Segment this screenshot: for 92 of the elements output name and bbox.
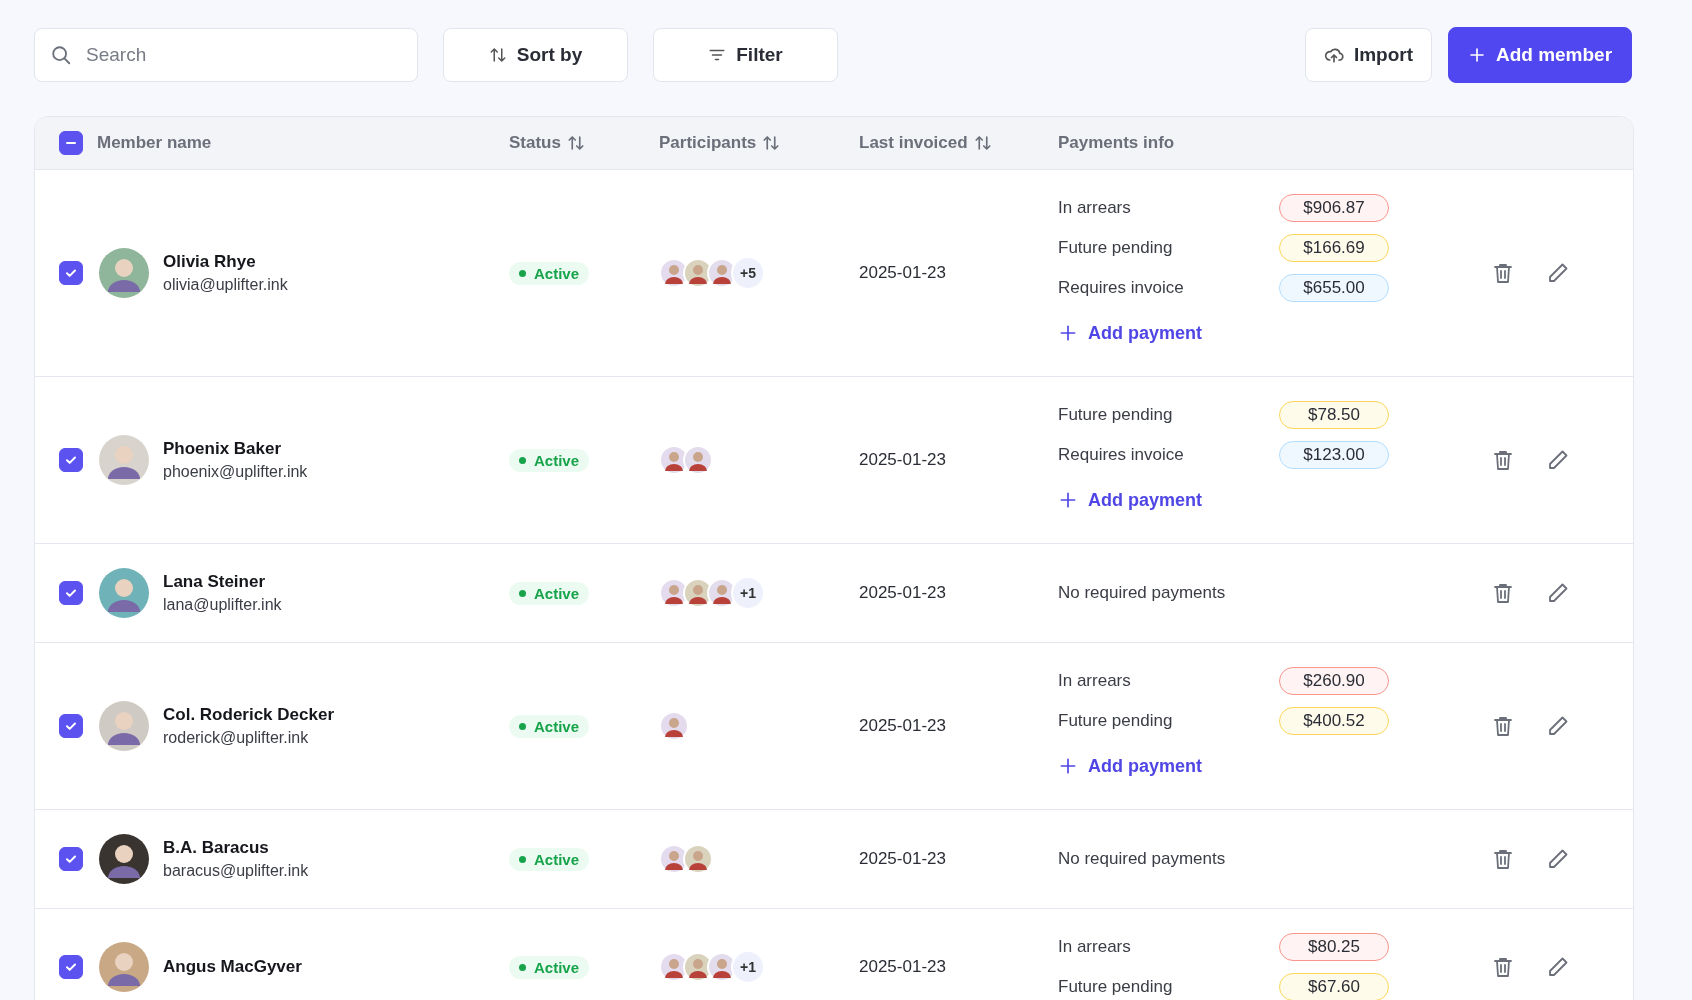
column-header: Payments info	[1058, 133, 1175, 153]
row-checkbox[interactable]	[59, 581, 83, 605]
row-checkbox[interactable]	[59, 955, 83, 979]
add-member-button[interactable]: Add member	[1448, 27, 1632, 83]
edit-icon[interactable]	[1546, 714, 1570, 738]
row-checkbox[interactable]	[59, 847, 83, 871]
status-badge: Active	[509, 847, 590, 871]
plus-icon	[1058, 756, 1078, 776]
delete-icon[interactable]	[1491, 847, 1515, 871]
member-email: roderick@uplifter.ink	[163, 729, 310, 747]
more-count: +1	[731, 576, 765, 610]
filter-button[interactable]: Filter	[653, 28, 838, 82]
avatar	[99, 701, 149, 751]
edit-icon[interactable]	[1546, 581, 1570, 605]
member-name: Col. Roderick Decker	[163, 705, 334, 725]
amount-badge: $400.52	[1279, 707, 1389, 735]
invoice-date: 2025-01-23	[859, 957, 946, 977]
avatar	[99, 248, 149, 298]
search-field[interactable]: Search	[34, 28, 418, 82]
invoice-date: 2025-01-23	[859, 450, 946, 470]
member-name: Phoenix Baker	[163, 439, 283, 459]
status-badge: Active	[509, 714, 590, 738]
invoice-date: 2025-01-23	[859, 583, 946, 603]
amount-badge: $80.25	[1279, 933, 1389, 961]
sort-icon	[488, 46, 507, 64]
amount-badge: $123.00	[1279, 441, 1389, 469]
sort-icon[interactable]	[762, 134, 781, 152]
column-header[interactable]: Status	[509, 133, 561, 153]
avatar	[99, 435, 149, 485]
more-count: +1	[731, 950, 765, 984]
payment-label: In arrears	[1058, 198, 1132, 218]
member-email: phoenix@uplifter.ink	[163, 463, 308, 481]
payment-label: Future pending	[1058, 405, 1174, 425]
payment-label: In arrears	[1058, 937, 1132, 957]
member-email: lana@uplifter.ink	[163, 596, 282, 614]
plus-icon	[1058, 490, 1078, 510]
no-payments-text: No required payments	[1058, 849, 1227, 869]
status-badge: Active	[509, 581, 590, 605]
status-badge: Active	[509, 261, 590, 285]
payment-label: Future pending	[1058, 977, 1174, 997]
sort-icon[interactable]	[566, 134, 585, 152]
import-button[interactable]: Import	[1304, 28, 1432, 82]
amount-badge: $655.00	[1279, 274, 1389, 302]
delete-icon[interactable]	[1491, 448, 1515, 472]
more-count: +5	[731, 256, 765, 290]
avatar	[99, 834, 149, 884]
row-checkbox[interactable]	[59, 261, 83, 285]
add-payment-link[interactable]: Add payment	[1058, 475, 1202, 525]
payment-label: Future pending	[1058, 238, 1174, 258]
member-name: Olivia Rhye	[163, 252, 257, 272]
sort-button[interactable]: Sort by	[443, 28, 628, 82]
member-email: olivia@uplifter.ink	[163, 276, 288, 294]
amount-badge: $260.90	[1279, 667, 1389, 695]
add-payment-link[interactable]: Add payment	[1058, 308, 1202, 358]
delete-icon[interactable]	[1491, 955, 1515, 979]
payment-label: Requires invoice	[1058, 278, 1185, 298]
amount-badge: $906.87	[1279, 194, 1389, 222]
delete-icon[interactable]	[1491, 714, 1515, 738]
edit-icon[interactable]	[1546, 448, 1570, 472]
status-badge: Active	[509, 448, 590, 472]
row-checkbox[interactable]	[59, 714, 83, 738]
column-header[interactable]: Participants	[659, 133, 757, 153]
avatar	[99, 568, 149, 618]
sort-icon[interactable]	[973, 134, 992, 152]
plus-icon	[1058, 323, 1078, 343]
member-name: Angus MacGyver	[163, 957, 302, 977]
member-name: B.A. Baracus	[163, 838, 270, 858]
row-checkbox[interactable]	[59, 448, 83, 472]
delete-icon[interactable]	[1491, 261, 1515, 285]
status-badge: Active	[509, 955, 590, 979]
member-name: Lana Steiner	[163, 572, 267, 592]
column-header[interactable]: Last invoiced	[859, 133, 968, 153]
invoice-date: 2025-01-23	[859, 716, 946, 736]
amount-badge: $78.50	[1279, 401, 1389, 429]
invoice-date: 2025-01-23	[859, 849, 946, 869]
edit-icon[interactable]	[1546, 847, 1570, 871]
payment-label: Requires invoice	[1058, 445, 1185, 465]
edit-icon[interactable]	[1546, 261, 1570, 285]
payment-label: Future pending	[1058, 711, 1174, 731]
member-email: baracus@uplifter.ink	[163, 862, 309, 880]
avatar	[99, 942, 149, 992]
delete-icon[interactable]	[1491, 581, 1515, 605]
column-header: Member name	[97, 133, 212, 153]
no-payments-text: No required payments	[1058, 583, 1227, 603]
payment-label: In arrears	[1058, 671, 1132, 691]
amount-badge: $67.60	[1279, 973, 1389, 1000]
amount-badge: $166.69	[1279, 234, 1389, 262]
add-payment-link[interactable]: Add payment	[1058, 741, 1202, 791]
select-all-checkbox[interactable]	[59, 131, 83, 155]
plus-icon	[1467, 46, 1486, 64]
edit-icon[interactable]	[1546, 955, 1570, 979]
invoice-date: 2025-01-23	[859, 263, 946, 283]
